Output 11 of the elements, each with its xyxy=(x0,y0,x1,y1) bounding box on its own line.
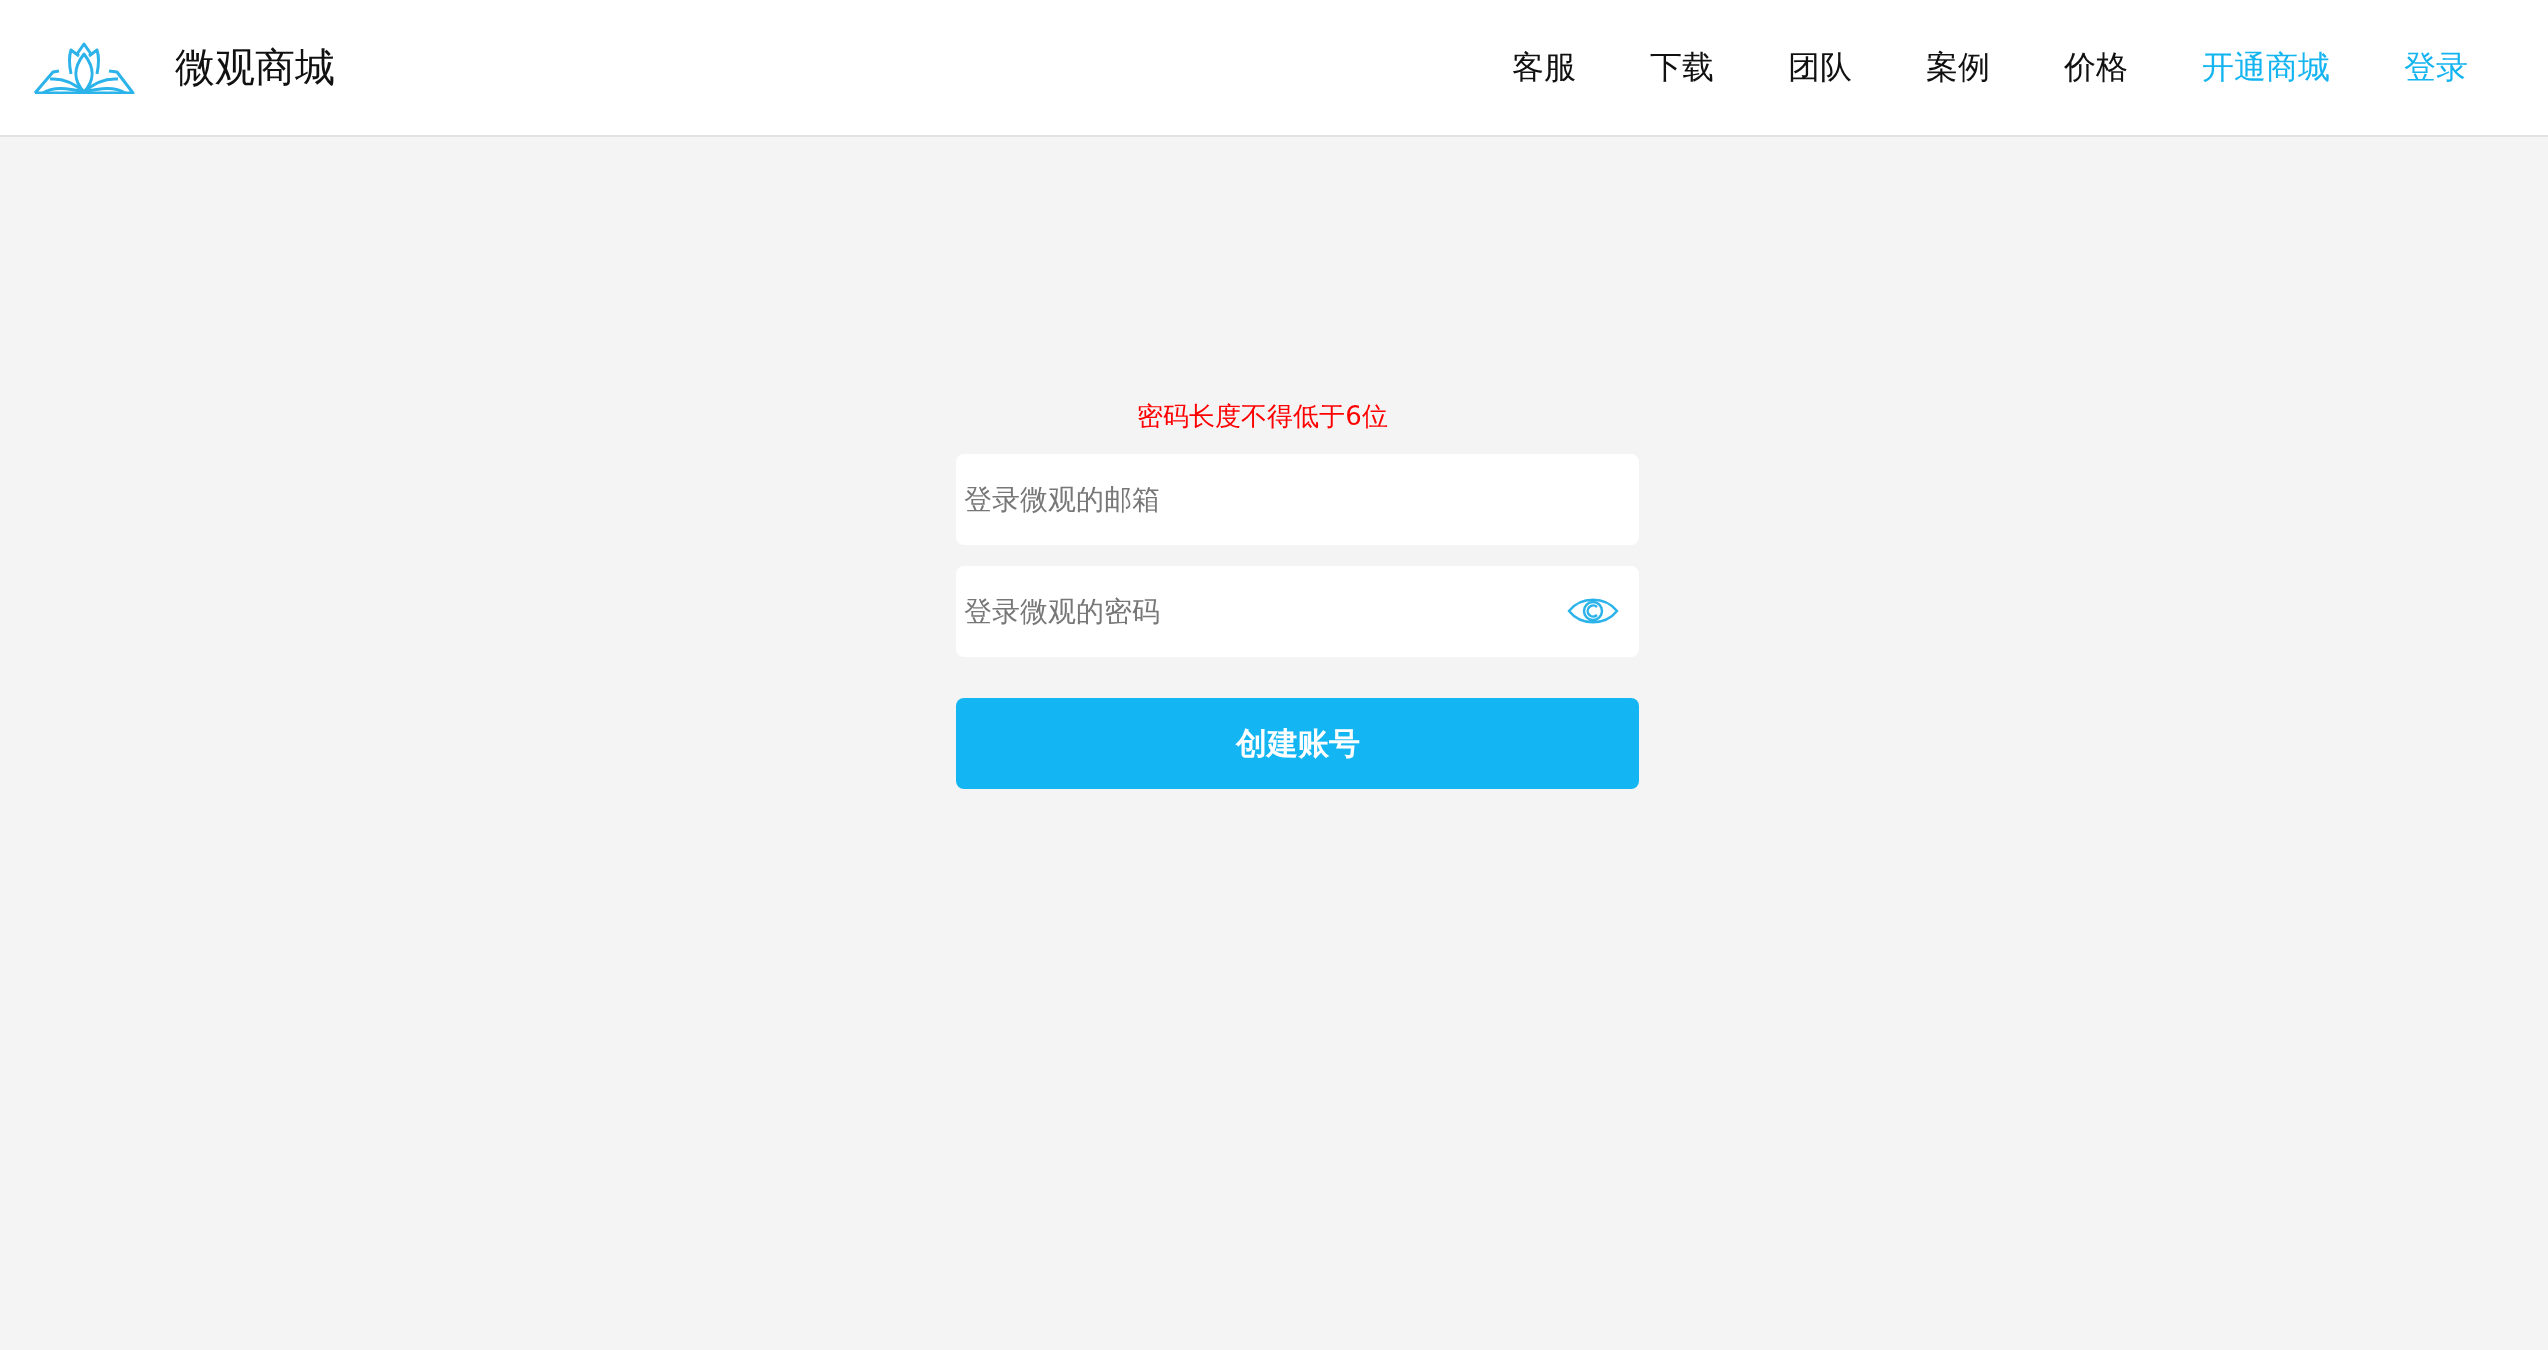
password-field[interactable]: 登录微观的密码 xyxy=(956,566,1639,657)
lotus-logo-icon xyxy=(33,41,135,94)
nav-link[interactable]: 团队 xyxy=(1788,45,1852,90)
nav-link[interactable]: 下载 xyxy=(1650,45,1714,90)
email-field[interactable]: 登录微观的邮箱 xyxy=(956,454,1639,545)
eye-icon[interactable] xyxy=(1567,596,1619,626)
error-message: 密码长度不得低于6位 xyxy=(1136,400,1389,433)
site-title: 微观商城 xyxy=(175,43,335,92)
nav-link[interactable]: 价格 xyxy=(2064,45,2128,90)
nav-link[interactable]: 客服 xyxy=(1512,45,1576,90)
nav-link[interactable]: 案例 xyxy=(1926,45,1990,90)
